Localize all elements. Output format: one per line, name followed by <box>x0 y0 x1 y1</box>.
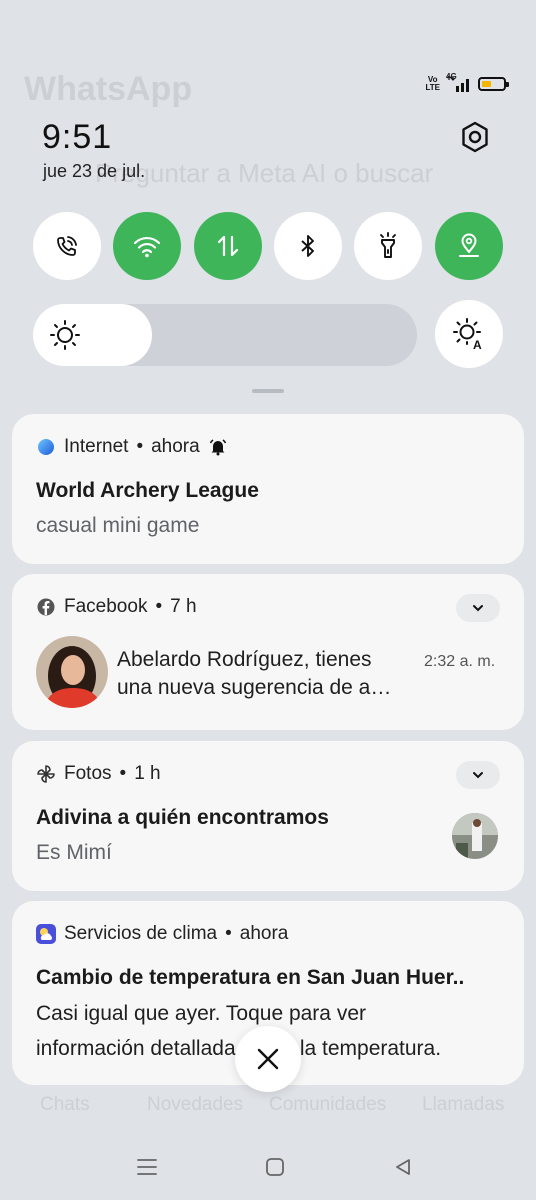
brightness-icon <box>50 320 80 350</box>
chevron-down-icon <box>473 772 483 779</box>
notification-time: 1 h <box>134 763 161 784</box>
notification-title: World Archery League <box>36 479 259 502</box>
settings-gear-icon[interactable] <box>458 120 492 154</box>
notification-body: casual mini game <box>36 514 200 537</box>
notification-time: ahora <box>239 923 289 944</box>
expand-button[interactable] <box>456 761 500 789</box>
tile-flashlight[interactable] <box>354 212 422 280</box>
notification-header: Fotos • 1 h <box>36 763 161 785</box>
notification-body: Es Mimí <box>36 841 112 864</box>
close-icon <box>257 1048 279 1070</box>
network-type: 4G <box>446 72 457 81</box>
notification-message-line2: una nueva sugerencia de a… <box>117 676 392 699</box>
app-name: Facebook <box>64 596 148 617</box>
location-icon <box>459 233 479 257</box>
tile-location[interactable] <box>435 212 503 280</box>
chevron-down-icon <box>473 605 483 612</box>
internet-browser-icon <box>36 437 56 457</box>
notification-internet[interactable]: Internet • ahora World Archery League ca… <box>12 414 524 564</box>
background-tab-novedades: Novedades <box>147 1094 244 1115</box>
notification-title: Cambio de temperatura en San Juan Huer.. <box>36 966 465 989</box>
clear-all-button[interactable] <box>235 1026 301 1092</box>
facebook-icon <box>36 597 56 617</box>
nav-back-button[interactable] <box>386 1150 420 1184</box>
background-tab-chats: Chats <box>40 1094 90 1115</box>
app-name: Internet <box>64 436 129 457</box>
pinwheel-icon <box>36 764 56 784</box>
bluetooth-icon <box>301 235 314 257</box>
background-tab-comunidades: Comunidades <box>269 1094 387 1115</box>
quick-settings-row <box>33 212 503 280</box>
date[interactable]: jue 23 de jul. <box>43 161 145 182</box>
nav-home-button[interactable] <box>258 1150 292 1184</box>
auto-brightness-button[interactable]: A <box>435 300 503 368</box>
signal-icon: 4G <box>446 72 472 92</box>
notification-time: 7 h <box>170 596 197 617</box>
battery-icon <box>478 77 509 91</box>
wifi-calling-icon <box>57 236 77 256</box>
message-time: 2:32 a. m. <box>424 653 496 670</box>
tile-mobile-data[interactable] <box>194 212 262 280</box>
notification-fotos[interactable]: Fotos • 1 h Adivina a quién encontramos … <box>12 741 524 891</box>
background-search-placeholder: Preguntar a Meta AI o buscar <box>95 158 434 188</box>
clock[interactable]: 9:51 <box>42 118 112 157</box>
back-triangle-icon <box>396 1159 410 1175</box>
volte-indicator: Vo LTE <box>425 75 440 92</box>
sender-avatar <box>36 636 108 708</box>
notification-facebook[interactable]: Facebook • 7 h Abelardo Rodríguez, tiene… <box>12 574 524 730</box>
notification-body-line1: Casi igual que ayer. Toque para ver <box>36 1002 366 1025</box>
auto-brightness-icon: A <box>453 318 482 351</box>
tile-bluetooth[interactable] <box>274 212 342 280</box>
nav-menu-button[interactable] <box>130 1150 164 1184</box>
tile-wifi[interactable] <box>113 212 181 280</box>
menu-icon <box>137 1159 157 1175</box>
notification-message-line1: Abelardo Rodríguez, tienes <box>117 648 372 671</box>
brightness-slider[interactable] <box>33 304 417 366</box>
mobile-data-icon <box>217 235 239 257</box>
notification-header: Servicios de clima • ahora <box>36 923 288 945</box>
svg-text:A: A <box>473 338 482 351</box>
home-square-icon <box>266 1158 284 1176</box>
photo-thumbnail <box>452 813 498 859</box>
notification-header: Internet • ahora <box>36 436 228 458</box>
background-tab-llamadas: Llamadas <box>422 1094 505 1115</box>
tile-wifi-calling[interactable] <box>33 212 101 280</box>
wifi-icon <box>133 236 161 258</box>
status-bar: Vo LTE 4G <box>425 72 509 96</box>
expand-button[interactable] <box>456 594 500 622</box>
weather-app-icon <box>36 924 56 944</box>
background-app-title: WhatsApp <box>24 70 193 108</box>
notification-time: ahora <box>151 436 200 457</box>
notification-title: Adivina a quién encontramos <box>36 806 329 829</box>
notification-header: Facebook • 7 h <box>36 596 197 618</box>
panel-drag-handle[interactable] <box>252 389 284 393</box>
flashlight-icon <box>380 232 396 258</box>
alarm-bell-icon <box>208 437 228 457</box>
app-name: Servicios de clima <box>64 923 218 944</box>
app-name: Fotos <box>64 763 112 784</box>
